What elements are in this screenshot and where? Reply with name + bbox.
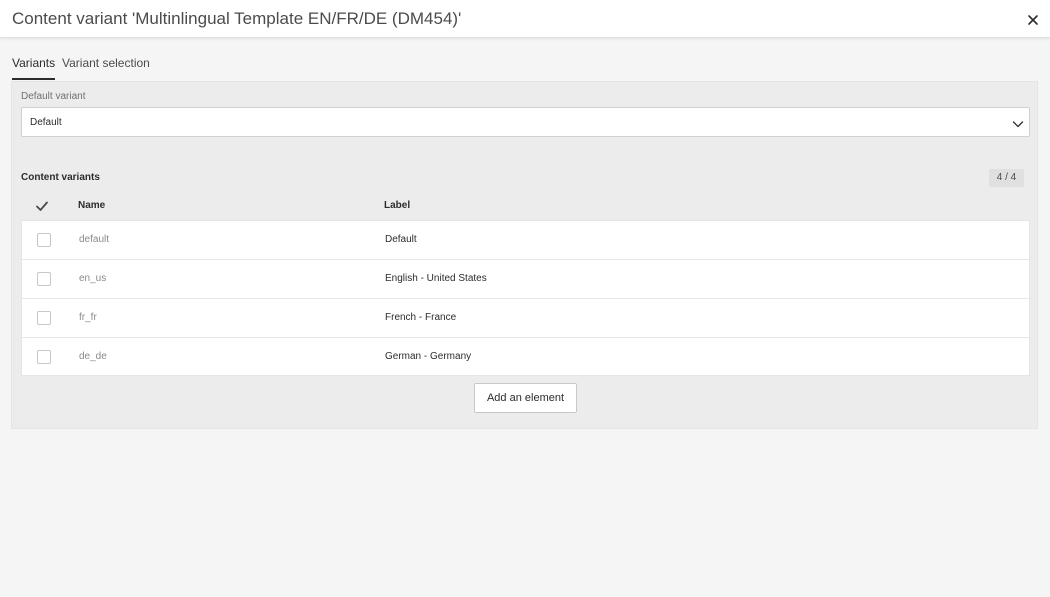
row-name: en_us (79, 273, 107, 284)
row-checkbox[interactable] (37, 350, 51, 364)
variants-table-body: default Default en_us English - United S… (21, 220, 1030, 376)
dialog-header: Content variant 'Multinlingual Template … (0, 0, 1050, 38)
row-checkbox[interactable] (37, 311, 51, 325)
table-row[interactable]: de_de German - Germany (22, 338, 1029, 377)
row-name: de_de (79, 351, 107, 362)
default-variant-label: Default variant (21, 91, 86, 102)
variant-count-badge: 4 / 4 (989, 169, 1024, 187)
tab-variant-selection[interactable]: Variant selection (62, 56, 150, 81)
table-row[interactable]: en_us English - United States (22, 260, 1029, 299)
row-label: French - France (385, 312, 457, 323)
row-label: English - United States (385, 273, 487, 284)
select-all-check-icon[interactable] (35, 199, 49, 213)
default-variant-value: Default (30, 117, 62, 128)
table-header: Name Label (21, 192, 1030, 220)
row-name: fr_fr (79, 312, 97, 323)
variants-panel: Default variant Default Content variants… (11, 81, 1038, 429)
column-header-name[interactable]: Name (78, 200, 105, 211)
chevron-down-icon (1012, 117, 1024, 129)
content-variants-title: Content variants (21, 172, 100, 183)
table-row[interactable]: default Default (22, 221, 1029, 260)
row-name: default (79, 234, 110, 245)
column-header-label[interactable]: Label (384, 200, 410, 211)
row-label: Default (385, 234, 417, 245)
dialog-title: Content variant 'Multinlingual Template … (12, 9, 462, 28)
table-row[interactable]: fr_fr French - France (22, 299, 1029, 338)
close-icon[interactable] (1024, 11, 1042, 29)
row-checkbox[interactable] (37, 233, 51, 247)
row-checkbox[interactable] (37, 272, 51, 286)
default-variant-select[interactable]: Default (21, 107, 1030, 137)
row-label: German - Germany (385, 351, 472, 362)
tab-variants[interactable]: Variants (12, 56, 56, 81)
add-element-button[interactable]: Add an element (474, 383, 577, 413)
